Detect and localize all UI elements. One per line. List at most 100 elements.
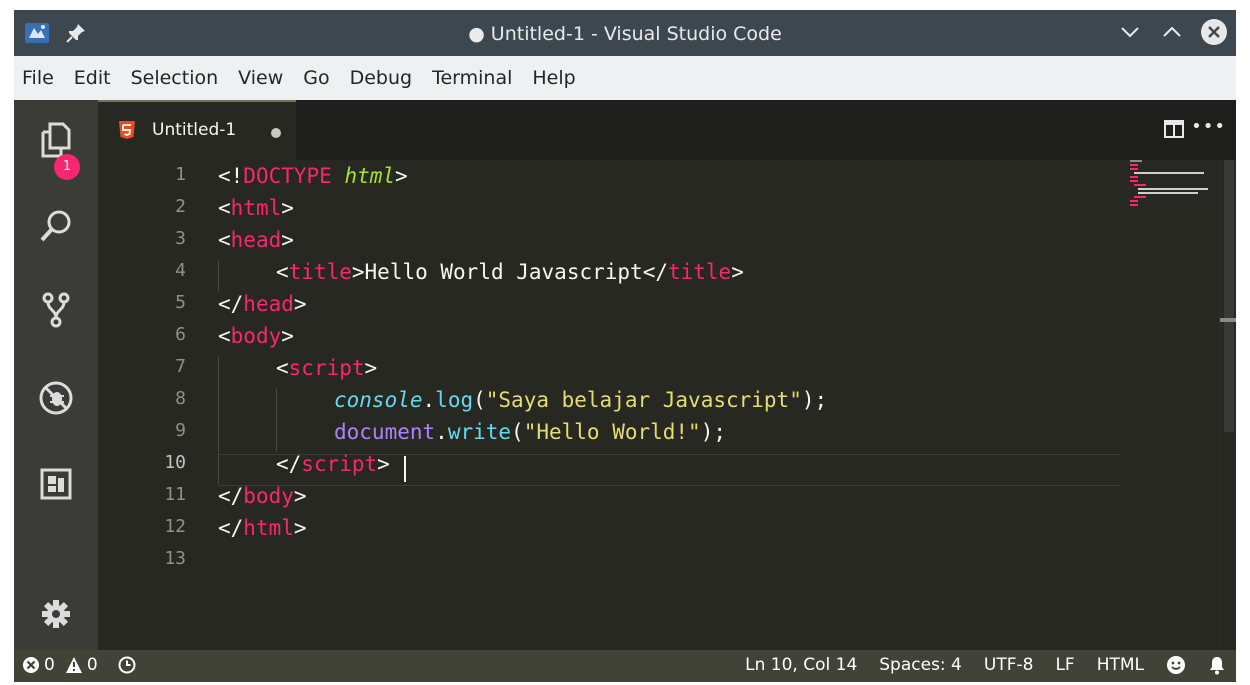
text-cursor: [404, 456, 406, 482]
token: "Saya belajar Javascript": [485, 388, 802, 412]
warning-icon: [65, 657, 82, 673]
activity-bar: 1: [14, 100, 98, 650]
line-number: 1: [175, 164, 186, 185]
tab-untitled-1[interactable]: Untitled-1: [98, 100, 296, 160]
line-number: 6: [175, 324, 186, 345]
encoding-status[interactable]: UTF-8: [984, 655, 1034, 675]
token: <: [276, 356, 289, 380]
token: head: [243, 292, 294, 316]
code-line: 11 </body>: [98, 482, 1118, 514]
code-line: 4 <title>Hello World Javascript</title>: [98, 258, 1118, 290]
search-icon: [40, 210, 71, 242]
code-line: 5 </head>: [98, 290, 1118, 322]
menu-help[interactable]: Help: [522, 67, 585, 89]
line-number: 12: [164, 516, 186, 537]
code-line: 6 <body>: [98, 322, 1118, 354]
maximize-button[interactable]: [1158, 18, 1186, 46]
menu-go[interactable]: Go: [293, 67, 339, 89]
token: document: [334, 420, 436, 444]
token: );: [700, 420, 726, 444]
token: write: [447, 420, 512, 444]
problems-status[interactable]: 0 0: [22, 655, 98, 675]
feedback-button[interactable]: [1166, 655, 1186, 675]
token: <: [218, 196, 231, 220]
token: </: [218, 484, 244, 508]
code-line: 8 console.log("Saya belajar Javascript")…: [98, 386, 1118, 418]
line-number: 10: [164, 452, 186, 473]
token: .: [435, 420, 448, 444]
token: Hello World Javascript: [364, 260, 643, 284]
line-number: 8: [175, 388, 186, 409]
close-button[interactable]: [1200, 18, 1228, 46]
activity-source-control[interactable]: [14, 280, 98, 340]
token: <!: [218, 164, 244, 188]
activity-extensions[interactable]: [14, 454, 98, 514]
close-icon: [1201, 19, 1227, 45]
notifications-button[interactable]: [1208, 655, 1226, 675]
token: </: [276, 452, 302, 476]
token: DOCTYPE: [243, 164, 332, 188]
html5-file-icon: [119, 121, 135, 139]
token: (: [511, 420, 524, 444]
eol-status[interactable]: LF: [1055, 655, 1074, 675]
menu-selection[interactable]: Selection: [121, 67, 229, 89]
source-control-icon: [42, 292, 70, 328]
code-line: 13: [98, 546, 1118, 578]
line-number: 5: [175, 292, 186, 313]
warning-count: 0: [86, 655, 98, 675]
token: >: [364, 356, 378, 380]
token: title: [667, 260, 732, 284]
token: head: [230, 228, 282, 252]
unsaved-dot-icon[interactable]: [271, 128, 281, 138]
token: >: [377, 452, 390, 476]
token: (: [473, 388, 486, 412]
menu-debug[interactable]: Debug: [340, 67, 422, 89]
language-mode[interactable]: HTML: [1097, 655, 1144, 675]
token: "Hello World!": [523, 420, 701, 444]
code-line: 10 </script>: [98, 450, 1118, 482]
token: console: [334, 388, 423, 412]
activity-debug[interactable]: [14, 368, 98, 428]
token: >: [293, 516, 307, 540]
line-number: 9: [175, 420, 186, 441]
explorer-badge: 1: [54, 154, 80, 180]
status-bar: 0 0 Ln 10, Col 14 Spaces: 4 UTF-8 LF HTM: [14, 650, 1236, 682]
token: html: [230, 196, 282, 220]
code-line: 9 document.write("Hello World!");: [98, 418, 1118, 450]
code-editor[interactable]: 1 <!DOCTYPE html> 2 <html> 3 <head> 4 <t…: [98, 160, 1236, 650]
split-editor-icon[interactable]: [1164, 120, 1184, 138]
token: body: [243, 484, 294, 508]
token: </: [642, 260, 668, 284]
token: >: [731, 260, 744, 284]
line-number: 3: [175, 228, 186, 249]
title-bar[interactable]: ● Untitled-1 - Visual Studio Code: [14, 10, 1236, 56]
token: );: [801, 388, 828, 412]
menu-terminal[interactable]: Terminal: [422, 67, 522, 89]
code-line: 2 <html>: [98, 194, 1118, 226]
minimize-button[interactable]: [1116, 18, 1144, 46]
cursor-position[interactable]: Ln 10, Col 14: [745, 655, 857, 675]
debug-icon: [39, 381, 73, 415]
menu-view[interactable]: View: [228, 67, 293, 89]
code-line: 3 <head>: [98, 226, 1118, 258]
token: body: [230, 324, 282, 348]
clock-icon: [118, 656, 136, 674]
vertical-scrollbar[interactable]: [1219, 160, 1236, 650]
activity-search[interactable]: [14, 196, 98, 256]
scrollbar-thumb[interactable]: [1224, 160, 1234, 432]
activity-settings[interactable]: [14, 584, 98, 644]
minimap[interactable]: [1128, 160, 1218, 220]
token: </: [218, 292, 244, 316]
token: >: [293, 484, 307, 508]
clock-status[interactable]: [118, 656, 136, 674]
token: </: [218, 516, 244, 540]
scrollbar-cursor-marker: [1220, 318, 1236, 322]
more-actions-icon[interactable]: •••: [1191, 116, 1226, 137]
menu-edit[interactable]: Edit: [64, 67, 121, 89]
token: title: [288, 260, 352, 284]
menu-file[interactable]: File: [14, 67, 64, 89]
indentation-status[interactable]: Spaces: 4: [879, 655, 962, 675]
line-number: 13: [164, 548, 186, 569]
token: >: [395, 164, 408, 188]
line-number: 4: [175, 260, 186, 281]
